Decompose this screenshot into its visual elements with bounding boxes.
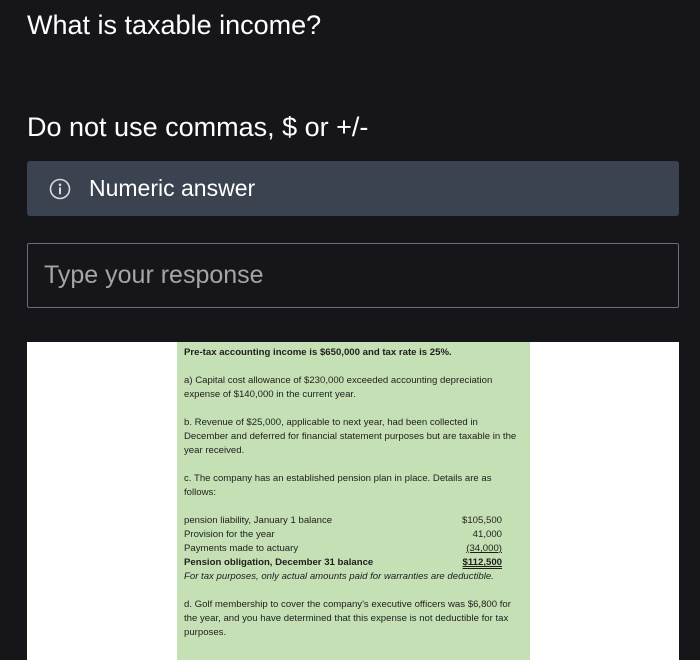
problem-item-d: d. Golf membership to cover the company'… [184, 599, 511, 638]
pension-row-amount: $105,500 [461, 515, 502, 526]
pension-table: pension liability, January 1 balance $10… [184, 514, 514, 570]
info-icon [49, 178, 71, 200]
table-row: Provision for the year 41,000 [184, 528, 514, 542]
pension-row-amount-cell: (34,000) [443, 542, 514, 556]
pension-row-amount: 41,000 [472, 529, 502, 540]
pension-row-label: Provision for the year [184, 529, 275, 540]
pension-row-amount: $112,500 [462, 557, 503, 568]
question-instruction: Do not use commas, $ or +/- [27, 112, 369, 142]
pension-row-amount: (34,000) [466, 543, 502, 554]
pension-row-label: pension liability, January 1 balance [184, 515, 333, 526]
pension-row-label: Payments made to actuary [184, 543, 299, 554]
problem-heading: Pre-tax accounting income is $650,000 an… [184, 347, 452, 358]
problem-item-c: c. The company has an established pensio… [184, 473, 492, 498]
table-row: Payments made to actuary (34,000) [184, 542, 514, 556]
hint-text: Numeric answer [89, 175, 256, 201]
tax-note: For tax purposes, only actual amounts pa… [184, 571, 494, 582]
problem-sheet: Pre-tax accounting income is $650,000 an… [177, 342, 530, 660]
answer-type-hint: Numeric answer [27, 161, 679, 216]
question-title: What is taxable income? [27, 10, 322, 40]
problem-item-a: a) Capital cost allowance of $230,000 ex… [184, 375, 493, 400]
response-input[interactable] [27, 243, 679, 308]
table-row: pension liability, January 1 balance $10… [184, 514, 514, 528]
table-row: Pension obligation, December 31 balance … [184, 556, 514, 570]
pension-row-label: Pension obligation, December 31 balance [184, 557, 374, 568]
pension-row-amount-cell: $112,500 [443, 556, 514, 570]
problem-item-b: b. Revenue of $25,000, applicable to nex… [184, 417, 517, 456]
